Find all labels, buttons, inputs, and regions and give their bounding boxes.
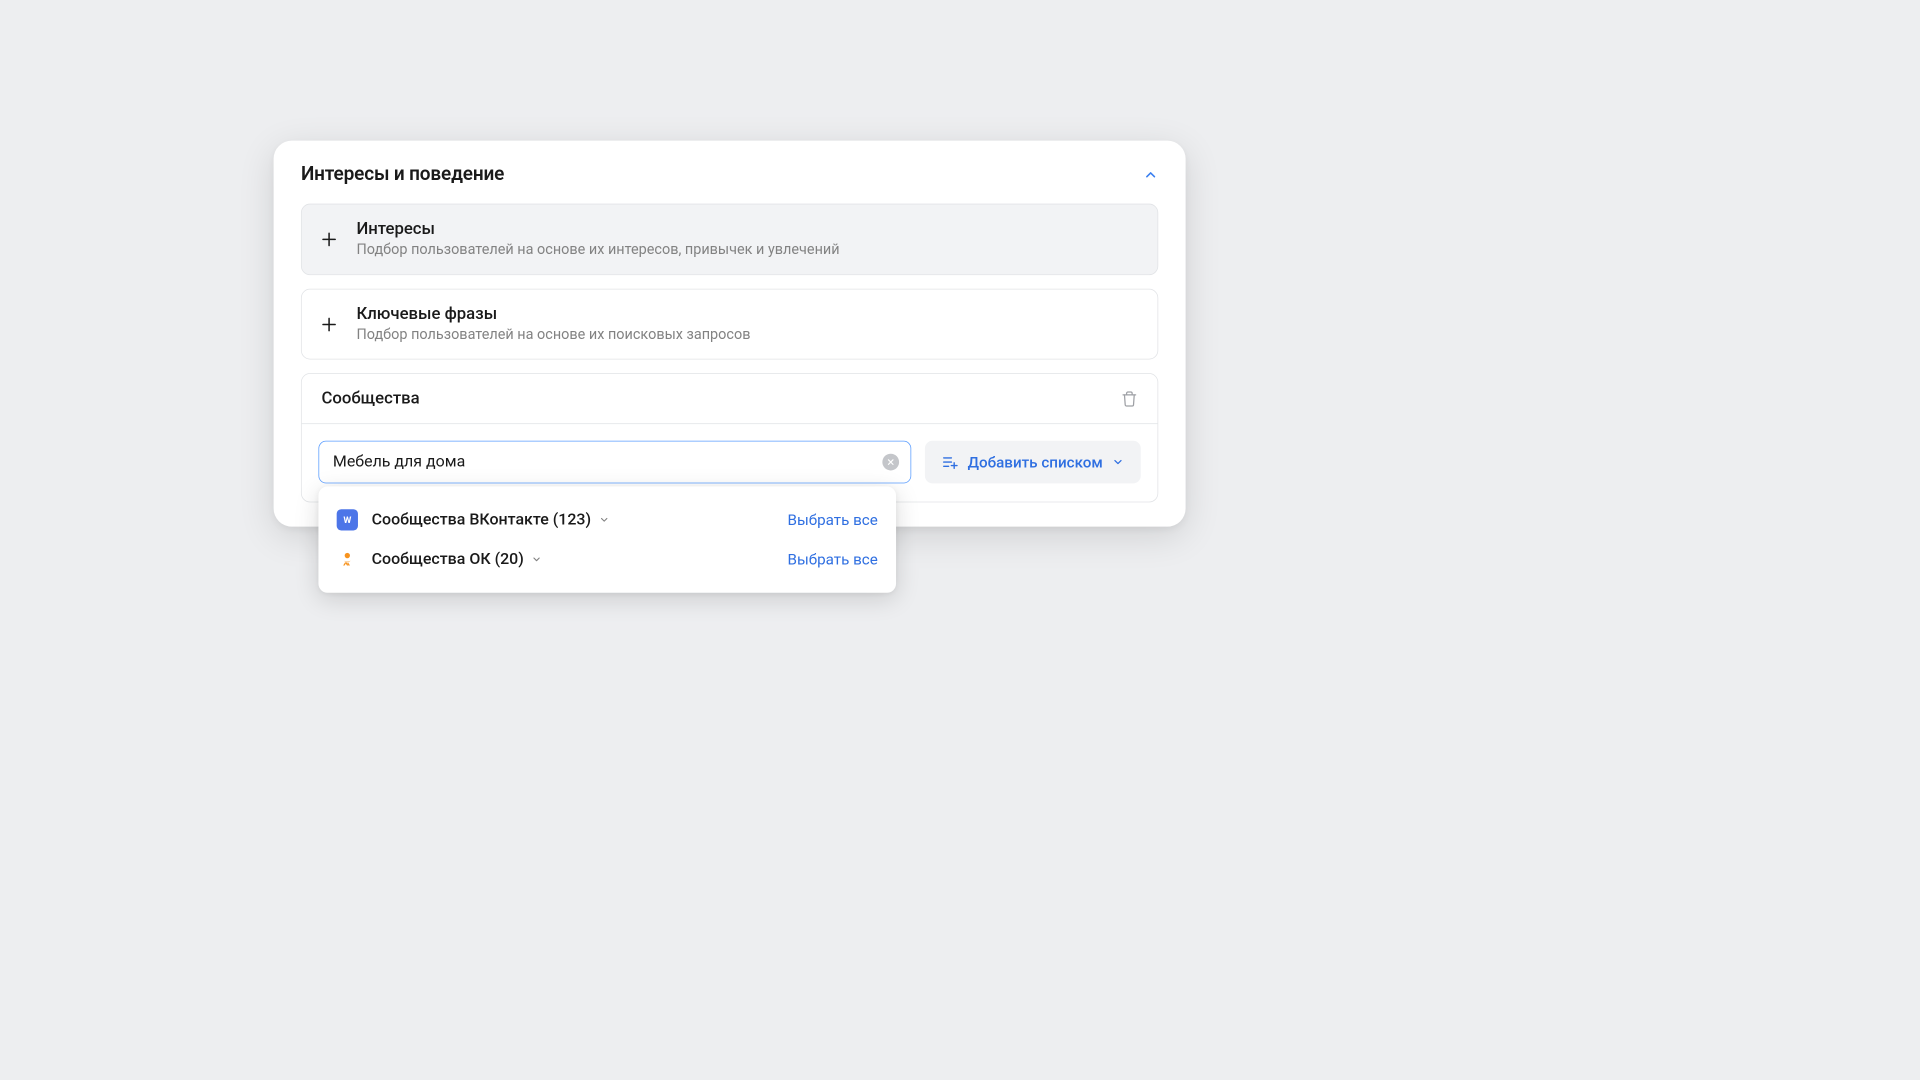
plus-icon [320,230,338,248]
list-add-icon [942,454,959,471]
keywords-option[interactable]: Ключевые фразы Подбор пользователей на о… [301,289,1158,360]
trash-icon[interactable] [1121,391,1138,408]
dropdown-row-left: W Сообщества ВКонтакте (123) [337,509,610,530]
dropdown-vk-text: Сообщества ВКонтакте (123) [372,511,591,529]
select-all-vk[interactable]: Выбрать все [788,511,878,529]
chevron-down-icon [1112,456,1124,468]
collapse-icon[interactable] [1143,167,1158,182]
chevron-down-icon [599,515,610,526]
communities-body: Добавить списком W Сообщества ВКонтакте … [302,424,1158,502]
communities-section: Сообщества [301,373,1158,502]
chevron-down-icon [531,554,542,565]
search-wrapper [318,441,911,484]
dropdown-vk-label: Сообщества ВКонтакте (123) [372,511,610,529]
interests-title: Интересы [356,220,1139,239]
dropdown-row-left: Сообщества ОК (20) [337,549,542,570]
search-input[interactable] [318,441,911,484]
keywords-description: Подбор пользователей на основе их поиско… [356,325,1139,344]
panel-title: Интересы и поведение [301,163,504,185]
keywords-title: Ключевые фразы [356,305,1139,324]
communities-dropdown: W Сообщества ВКонтакте (123) Выбрать все [318,487,896,593]
keywords-content: Ключевые фразы Подбор пользователей на о… [356,305,1139,344]
clear-icon[interactable] [882,454,899,471]
panel-header: Интересы и поведение [301,163,1158,185]
select-all-ok[interactable]: Выбрать все [788,551,878,569]
add-list-button[interactable]: Добавить списком [925,441,1141,484]
communities-header: Сообщества [302,374,1158,424]
interests-content: Интересы Подбор пользователей на основе … [356,220,1139,259]
add-list-label: Добавить списком [968,453,1103,471]
vk-icon: W [337,509,358,530]
dropdown-ok-label: Сообщества ОК (20) [372,551,542,569]
communities-title: Сообщества [321,389,419,408]
dropdown-ok-text: Сообщества ОК (20) [372,551,524,569]
interests-behavior-panel: Интересы и поведение Интересы Подбор пол… [274,141,1186,527]
plus-icon [320,315,338,333]
dropdown-row-ok[interactable]: Сообщества ОК (20) Выбрать все [318,540,896,580]
interests-option[interactable]: Интересы Подбор пользователей на основе … [301,204,1158,275]
ok-icon [337,549,358,570]
interests-description: Подбор пользователей на основе их интере… [356,240,1139,259]
dropdown-row-vk[interactable]: W Сообщества ВКонтакте (123) Выбрать все [318,500,896,540]
